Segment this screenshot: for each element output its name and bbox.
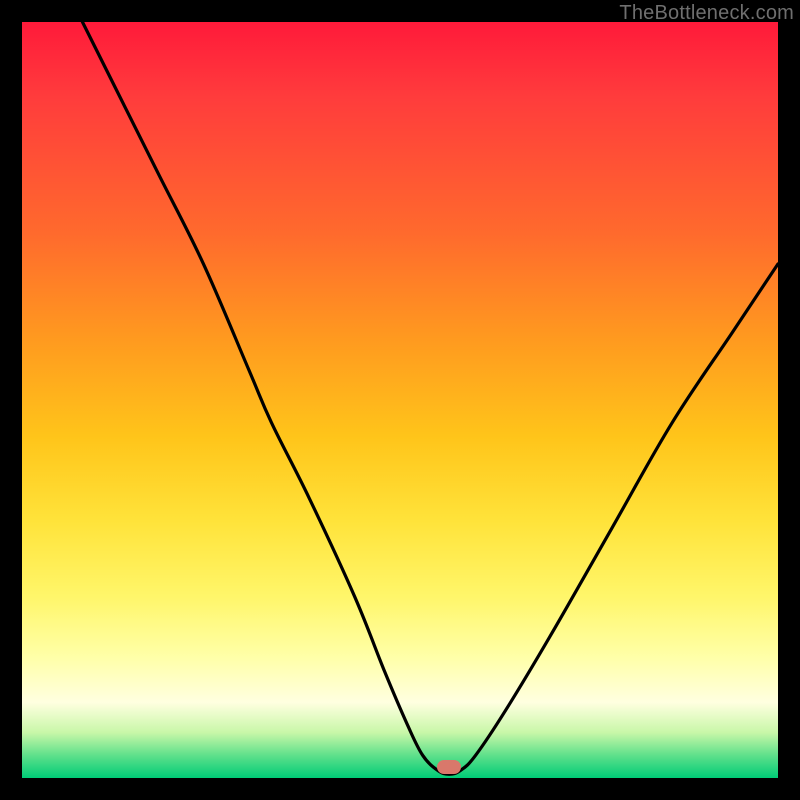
curve-path [82,22,778,774]
watermark-text: TheBottleneck.com [619,2,794,25]
min-marker [437,760,461,774]
bottleneck-curve [22,22,778,778]
plot-area [22,22,778,778]
chart-frame: TheBottleneck.com [0,0,800,800]
